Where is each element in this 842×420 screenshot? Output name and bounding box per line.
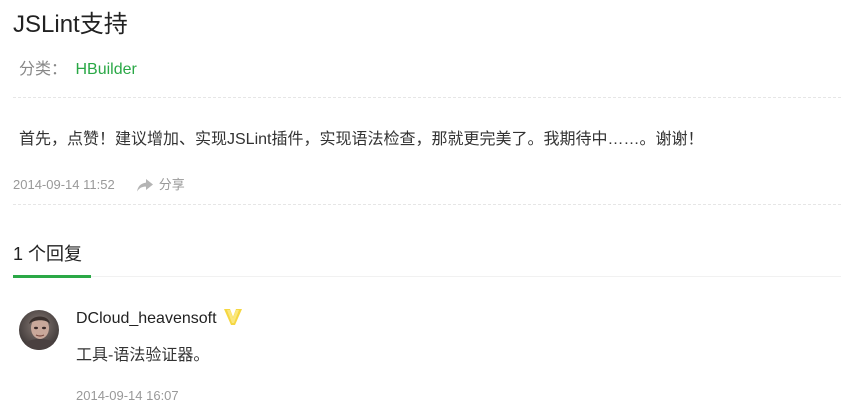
verified-v-icon xyxy=(223,308,243,331)
reply-count-heading: 1 个回复 xyxy=(13,244,83,264)
reply-text: 工具-语法验证器。 xyxy=(76,347,210,364)
avatar-image xyxy=(19,310,59,350)
avatar[interactable] xyxy=(19,310,59,350)
divider xyxy=(13,97,841,98)
category-row: 分类： HBuilder xyxy=(19,59,137,81)
reply-author-name[interactable]: DCloud_heavensoft xyxy=(76,307,217,331)
post-meta: 2014-09-14 11:52 分享 xyxy=(13,175,185,195)
share-label: 分享 xyxy=(158,177,185,192)
page-title: JSLint支持 xyxy=(13,11,128,38)
post-timestamp: 2014-09-14 11:52 xyxy=(13,177,115,192)
divider xyxy=(13,204,841,205)
category-label: 分类： xyxy=(19,61,68,78)
post-body: 首先，点赞！建议增加、实现JSLint插件，实现语法检查，那就更完美了。我期待中… xyxy=(19,131,704,148)
category-link[interactable]: HBuilder xyxy=(75,61,136,78)
post-container: JSLint支持 分类： HBuilder 首先，点赞！建议增加、实现JSLin… xyxy=(13,0,841,420)
reply-heading-underline xyxy=(13,275,91,278)
reply-author-row: DCloud_heavensoft xyxy=(76,307,243,331)
reply-heading-baseline xyxy=(13,276,841,277)
share-arrow-icon xyxy=(136,178,153,191)
share-button[interactable]: 分享 xyxy=(136,175,185,195)
reply-timestamp: 2014-09-14 16:07 xyxy=(76,388,179,403)
